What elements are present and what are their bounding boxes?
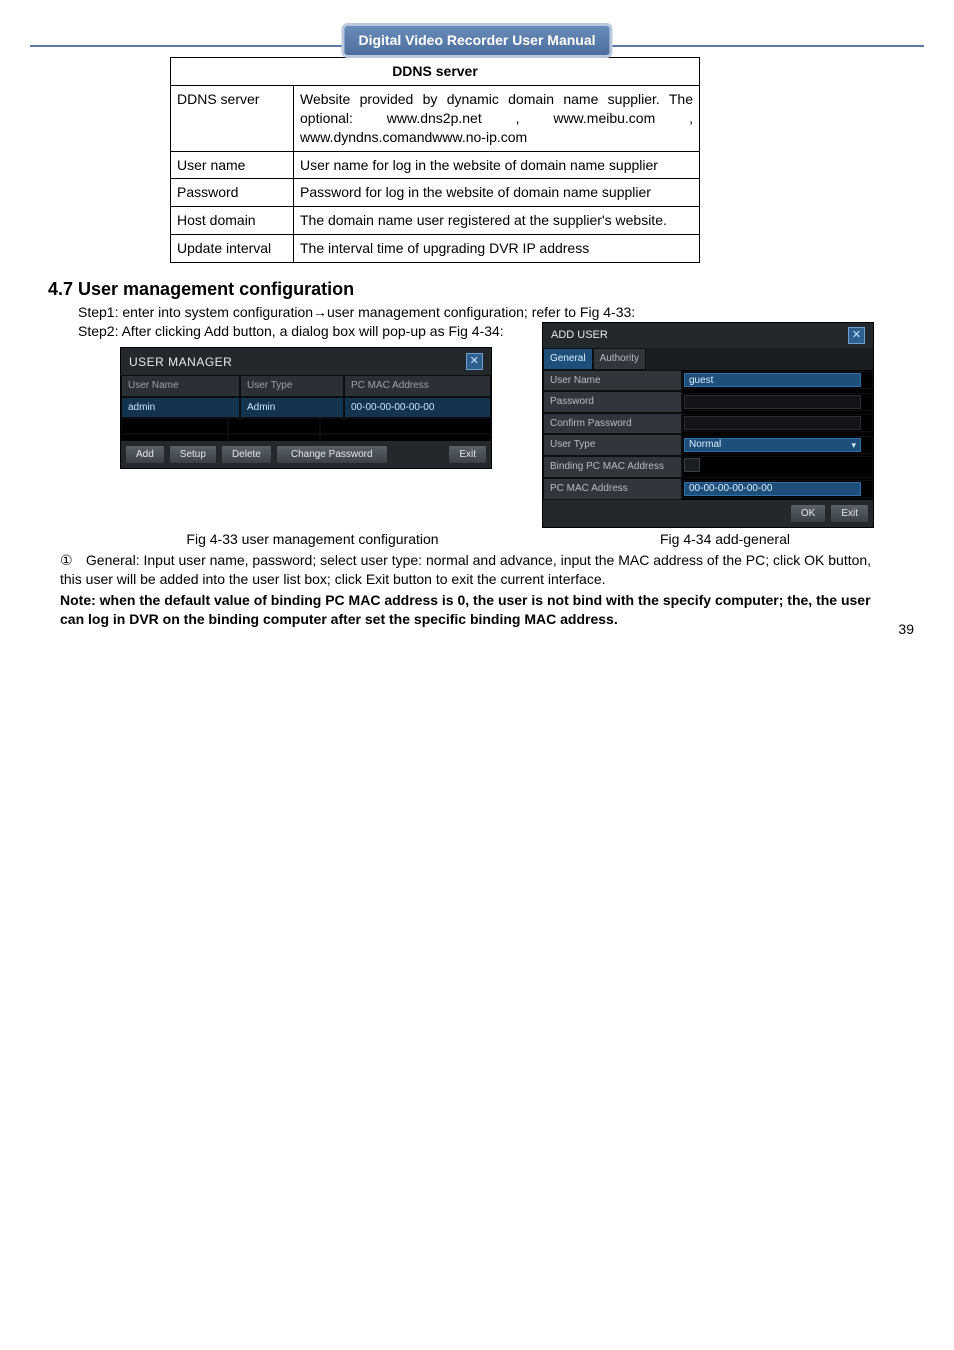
label-mac: PC MAC Address bbox=[543, 478, 682, 500]
add-user-title: ADD USER bbox=[551, 328, 608, 343]
cell-username: admin bbox=[121, 397, 240, 419]
exit-button[interactable]: Exit bbox=[830, 504, 869, 524]
ddns-v1: Website provided by dynamic domain name … bbox=[294, 85, 700, 151]
label-password: Password bbox=[543, 391, 682, 413]
password-field[interactable] bbox=[684, 395, 861, 409]
close-icon[interactable]: ✕ bbox=[848, 327, 865, 344]
label-usertype: User Type bbox=[543, 434, 682, 456]
ddns-title: DDNS server bbox=[171, 58, 700, 86]
add-user-window: ADD USER ✕ General Authority User Name g… bbox=[542, 322, 874, 528]
para-general: General: Input user name, password; sele… bbox=[60, 552, 871, 587]
ddns-k1: DDNS server bbox=[171, 85, 294, 151]
label-username: User Name bbox=[543, 370, 682, 392]
col-username: User Name bbox=[121, 375, 240, 397]
caption-fig-4-33: Fig 4-33 user management configuration bbox=[140, 530, 485, 549]
ddns-k3: Password bbox=[171, 179, 294, 207]
usertype-select[interactable]: Normal▾ bbox=[684, 438, 861, 452]
page-header-title: Digital Video Recorder User Manual bbox=[341, 23, 612, 58]
delete-button[interactable]: Delete bbox=[221, 445, 272, 465]
user-manager-title: USER MANAGER bbox=[129, 354, 232, 370]
ddns-v5: The interval time of upgrading DVR IP ad… bbox=[294, 235, 700, 263]
ddns-v2: User name for log in the website of doma… bbox=[294, 151, 700, 179]
label-confirm-password: Confirm Password bbox=[543, 413, 682, 435]
ok-button[interactable]: OK bbox=[790, 504, 826, 524]
chevron-down-icon: ▾ bbox=[851, 439, 856, 451]
caption-fig-4-34: Fig 4-34 add-general bbox=[550, 530, 900, 549]
section-heading: 4.7 User management configuration bbox=[48, 277, 924, 301]
change-password-button[interactable]: Change Password bbox=[276, 445, 388, 465]
ddns-table: DDNS server DDNS server Website provided… bbox=[170, 57, 700, 263]
step1-text: Step1: enter into system configuration→u… bbox=[78, 303, 924, 322]
cell-mac: 00-00-00-00-00-00 bbox=[344, 397, 491, 419]
setup-button[interactable]: Setup bbox=[169, 445, 217, 465]
note-text: Note: when the default value of binding … bbox=[60, 591, 894, 629]
table-row[interactable]: admin Admin 00-00-00-00-00-00 bbox=[121, 397, 491, 419]
tab-authority[interactable]: Authority bbox=[593, 348, 646, 370]
exit-button[interactable]: Exit bbox=[448, 445, 487, 465]
binding-checkbox[interactable] bbox=[684, 458, 700, 472]
page-number: 39 bbox=[898, 620, 914, 639]
col-mac: PC MAC Address bbox=[344, 375, 491, 397]
user-manager-window: USER MANAGER ✕ User Name User Type PC MA… bbox=[120, 347, 492, 469]
ddns-k5: Update interval bbox=[171, 235, 294, 263]
add-button[interactable]: Add bbox=[125, 445, 165, 465]
close-icon[interactable]: ✕ bbox=[466, 353, 483, 370]
ddns-v4: The domain name user registered at the s… bbox=[294, 207, 700, 235]
ddns-k2: User name bbox=[171, 151, 294, 179]
col-usertype: User Type bbox=[240, 375, 344, 397]
ddns-k4: Host domain bbox=[171, 207, 294, 235]
label-binding: Binding PC MAC Address bbox=[543, 456, 682, 478]
circled-1: ① bbox=[60, 551, 82, 570]
tab-general[interactable]: General bbox=[543, 348, 593, 370]
mac-field[interactable]: 00-00-00-00-00-00 bbox=[684, 482, 861, 496]
cell-usertype: Admin bbox=[240, 397, 344, 419]
confirm-password-field[interactable] bbox=[684, 416, 861, 430]
username-field[interactable]: guest bbox=[684, 373, 861, 387]
ddns-v3: Password for log in the website of domai… bbox=[294, 179, 700, 207]
